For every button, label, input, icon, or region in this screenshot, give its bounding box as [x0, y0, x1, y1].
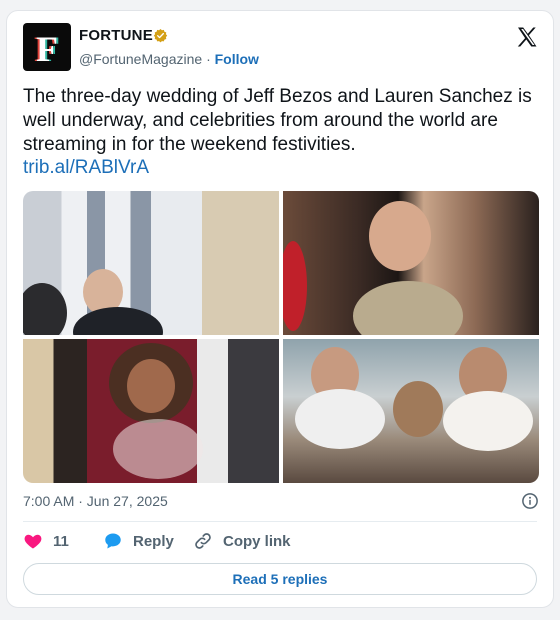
- heart-icon: [24, 534, 42, 549]
- fortune-avatar[interactable]: F: [23, 23, 71, 71]
- photo-1[interactable]: [23, 191, 279, 335]
- read-replies-button[interactable]: Read 5 replies: [23, 563, 537, 595]
- read-replies-label: Read 5 replies: [232, 571, 328, 587]
- photo-3[interactable]: [23, 339, 279, 483]
- follow-button[interactable]: Follow: [215, 51, 259, 67]
- media-grid[interactable]: [23, 191, 539, 483]
- avatar-letter: F: [36, 29, 58, 69]
- like-count: 11: [53, 532, 69, 550]
- divider: [23, 521, 537, 522]
- photo-2[interactable]: [283, 191, 539, 335]
- like-button[interactable]: 11: [23, 531, 69, 551]
- tweet-text: The three-day wedding of Jeff Bezos and …: [23, 86, 532, 155]
- reply-label: Reply: [133, 532, 174, 550]
- info-icon[interactable]: [521, 492, 539, 510]
- reply-bubble-icon: [105, 533, 121, 549]
- tweet-timestamp[interactable]: 7:00 AM · Jun 27, 2025: [23, 493, 168, 509]
- link-icon: [195, 533, 211, 549]
- tweet-link[interactable]: trib.al/RABlVrA: [23, 157, 149, 179]
- photo-4[interactable]: [283, 339, 539, 483]
- account-handle[interactable]: @FortuneMagazine: [79, 51, 202, 67]
- copy-link-button[interactable]: Copy link: [193, 531, 291, 551]
- verified-badge-icon: [153, 28, 168, 43]
- handle-row: @FortuneMagazine · Follow: [79, 51, 259, 67]
- x-logo-icon[interactable]: [515, 25, 539, 49]
- separator-dot: ·: [206, 51, 211, 67]
- reply-button[interactable]: Reply: [103, 531, 174, 551]
- tweet-card: F FORTUNE @FortuneMagazine · Follow The …: [6, 10, 554, 608]
- copy-link-label: Copy link: [223, 532, 291, 550]
- account-name[interactable]: FORTUNE: [79, 27, 153, 44]
